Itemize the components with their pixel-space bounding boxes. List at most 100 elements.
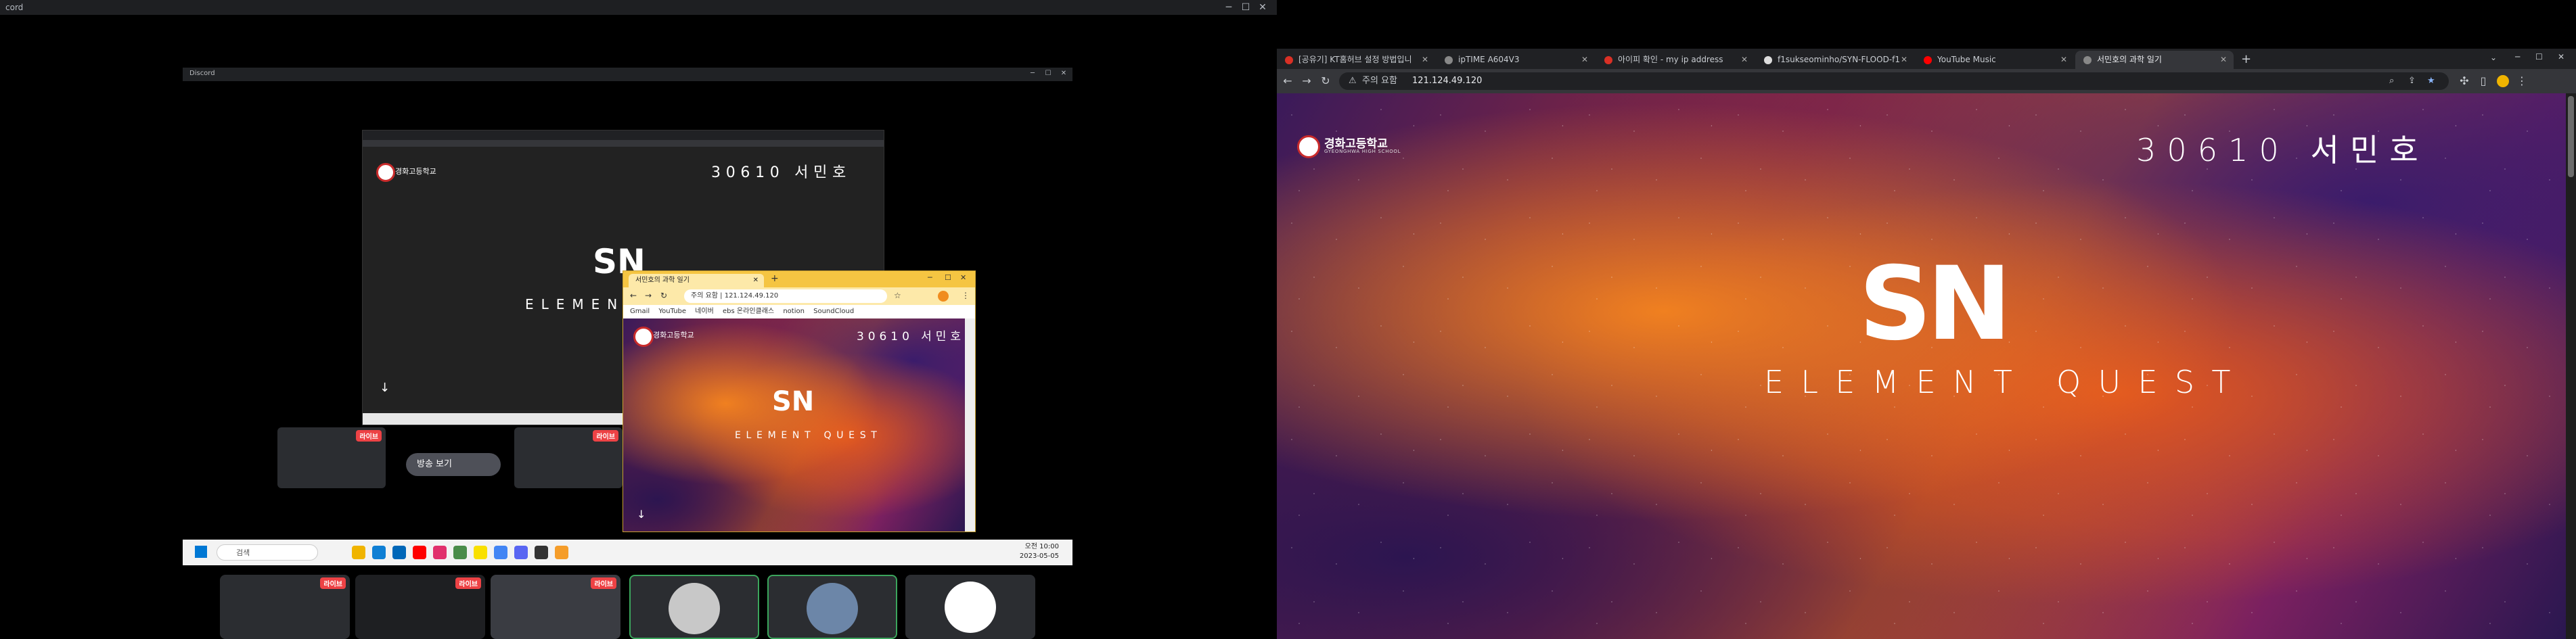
participant-tile-user[interactable] (629, 575, 759, 639)
tab-close-icon[interactable]: ✕ (1901, 51, 1907, 69)
watch-stream-button[interactable]: 방송 보기 (406, 453, 501, 476)
popup-close-icon[interactable]: ✕ (960, 273, 966, 282)
participant-tile-user[interactable] (905, 575, 1035, 639)
page-scrollbar[interactable] (2566, 93, 2576, 639)
window-maximize-icon[interactable]: ☐ (2535, 52, 2543, 62)
bookmark-star-icon[interactable]: ★ (2427, 72, 2435, 90)
tab-science-diary[interactable]: 서민호의 과학 일기 ✕ (2075, 51, 2234, 69)
forward-arrow-icon[interactable]: → (1300, 74, 1313, 88)
popup-page-content: 경화고등학교 30610 서민호 SN ELEMENT QUEST ↓ (623, 318, 965, 531)
close-icon[interactable]: ✕ (1255, 1, 1270, 14)
popup-menu-icon[interactable]: ⋮ (962, 291, 970, 300)
zoom-icon[interactable]: ⌕ (2389, 72, 2394, 90)
stream-thumbnail[interactable]: 라이브 (277, 427, 386, 488)
windows-start-icon[interactable] (195, 546, 207, 558)
youtube-icon[interactable] (413, 546, 426, 559)
kakaotalk-icon[interactable] (474, 546, 487, 559)
app-icon[interactable] (453, 546, 467, 559)
bookmark-naver[interactable]: 네이버 (695, 308, 714, 315)
popup-scroll-down-icon[interactable]: ↓ (637, 508, 646, 521)
tab-github[interactable]: f1sukseominho/SYN-FLOOD-f1 ✕ (1756, 51, 1914, 69)
popup-maximize-icon[interactable]: ☐ (945, 273, 951, 282)
profile-avatar[interactable] (2497, 75, 2509, 87)
taskbar-date: 2023-05-05 (1019, 552, 1059, 560)
stream-thumbnail[interactable]: 라이브 (514, 427, 623, 488)
bookmark-notion[interactable]: notion (783, 308, 805, 315)
popup-title: ELEMENT QUEST (735, 430, 882, 441)
popup-minimize-icon[interactable]: ─ (928, 273, 932, 282)
instagram-icon[interactable] (433, 546, 447, 559)
bookmark-soundcloud[interactable]: SoundCloud (813, 308, 854, 315)
inner-window-title: Discord (189, 70, 215, 77)
popup-tabstrip: 서민호의 과학 일기 ✕ + ─ ☐ ✕ (623, 271, 975, 287)
right-monitor-chrome: [공유기] KT홈허브 설정 방법입니 ✕ ipTIME A604V3 ✕ 아이… (1277, 0, 2576, 639)
participant-tile-stream[interactable]: 라이브 (220, 575, 350, 639)
chrome-icon[interactable] (494, 546, 507, 559)
taskbar-search[interactable]: 검색 (217, 544, 318, 561)
terminal-icon[interactable] (535, 546, 548, 559)
bookmark-ebs[interactable]: ebs 온라인클래스 (723, 308, 774, 315)
edge-icon[interactable] (372, 546, 386, 559)
extensions-puzzle-icon[interactable]: ✣ (2458, 74, 2471, 88)
tab-search-chevron-down-icon[interactable]: ⌄ (2490, 53, 2497, 62)
popup-scrollbar[interactable] (965, 318, 975, 531)
tab-close-icon[interactable]: ✕ (1422, 51, 1428, 69)
side-panel-icon[interactable]: ▯ (2477, 74, 2490, 88)
tab-favicon (2083, 56, 2092, 64)
tab-close-icon[interactable]: ✕ (2060, 51, 2067, 69)
store-icon[interactable] (392, 546, 406, 559)
inner-close-icon[interactable]: ✕ (1056, 68, 1071, 80)
popup-tab[interactable]: 서민호의 과학 일기 ✕ (629, 274, 764, 287)
tab-close-icon[interactable]: ✕ (1741, 51, 1748, 69)
popup-back-icon[interactable]: ← (630, 291, 637, 300)
bookmark-gmail[interactable]: Gmail (630, 308, 650, 315)
popup-profile-avatar[interactable] (938, 291, 949, 302)
popup-tab-title: 서민호의 과학 일기 (635, 277, 690, 284)
reload-icon[interactable]: ↻ (1319, 74, 1332, 88)
minimize-icon[interactable]: ─ (1221, 1, 1236, 14)
back-arrow-icon[interactable]: ← (1281, 74, 1294, 88)
tab-iptime[interactable]: ipTIME A604V3 ✕ (1437, 51, 1595, 69)
app2-icon[interactable] (555, 546, 568, 559)
file-explorer-icon[interactable] (352, 546, 365, 559)
participant-tile-screen[interactable]: 라이브 (355, 575, 485, 639)
popup-toolbar: ← → ↻ 주의 요함 | 121.124.49.120 ☆ ⋮ (623, 287, 975, 305)
new-tab-icon[interactable]: + (2241, 52, 2251, 66)
popup-reload-icon[interactable]: ↻ (660, 291, 667, 300)
tab-close-icon[interactable]: ✕ (1581, 51, 1588, 69)
left-monitor-discord: cord ─ ☐ ✕ Discord ─ ☐ ✕ 경화고등학교 30610 서민… (0, 0, 1277, 639)
watch-stream-label: 방송 보기 (417, 459, 452, 469)
discord-title: cord (5, 3, 24, 12)
tab-kt-homehub[interactable]: [공유기] KT홈허브 설정 방법입니 ✕ (1277, 51, 1435, 69)
inner-maximize-icon[interactable]: ☐ (1041, 68, 1056, 80)
chrome-popup-window[interactable]: 서민호의 과학 일기 ✕ + ─ ☐ ✕ ← → ↻ 주의 요함 | 121.1… (623, 270, 976, 532)
school-name-en: GYEONGHWA HIGH SCHOOL (1324, 149, 1401, 154)
tab-my-ip[interactable]: 아이피 확인 - my ip address ✕ (1596, 51, 1755, 69)
participant-tile-user[interactable] (767, 575, 897, 639)
popup-address-bar[interactable]: 주의 요함 | 121.124.49.120 (684, 289, 887, 303)
participant-tile-screen[interactable]: 라이브 (491, 575, 620, 639)
address-bar[interactable]: ⚠ 주의 요함 121.124.49.120 ★ ⇪ ⌕ (1339, 72, 2449, 90)
tab-close-icon[interactable]: ✕ (2220, 51, 2227, 69)
school-logo-icon (376, 163, 395, 182)
tab-youtube-music[interactable]: YouTube Music ✕ (1916, 51, 2074, 69)
stream-student-name: 30610 서민호 (711, 164, 851, 181)
window-minimize-icon[interactable]: ─ (2515, 52, 2520, 62)
share-icon[interactable]: ⇪ (2408, 72, 2416, 90)
bookmark-youtube[interactable]: YouTube (658, 308, 686, 315)
taskbar-clock[interactable]: 오전 10:00 2023-05-05 (1020, 542, 1059, 561)
chrome-menu-icon[interactable]: ⋮ (2515, 74, 2529, 88)
inner-minimize-icon[interactable]: ─ (1025, 68, 1040, 80)
taskbar-time: 오전 10:00 (1024, 543, 1059, 550)
window-close-icon[interactable]: ✕ (2558, 52, 2564, 62)
scrollbar-thumb[interactable] (2568, 96, 2574, 177)
scroll-down-arrow-icon[interactable]: ↓ (380, 381, 390, 395)
popup-star-icon[interactable]: ☆ (894, 291, 901, 300)
popup-forward-icon[interactable]: → (645, 291, 652, 300)
popup-school-logo-icon (633, 327, 654, 347)
popup-school-name: 경화고등학교 (653, 331, 694, 339)
maximize-icon[interactable]: ☐ (1238, 1, 1253, 14)
discord-icon[interactable] (514, 546, 528, 559)
popup-new-tab-icon[interactable]: + (771, 273, 779, 284)
popup-tab-close-icon[interactable]: ✕ (753, 274, 759, 287)
